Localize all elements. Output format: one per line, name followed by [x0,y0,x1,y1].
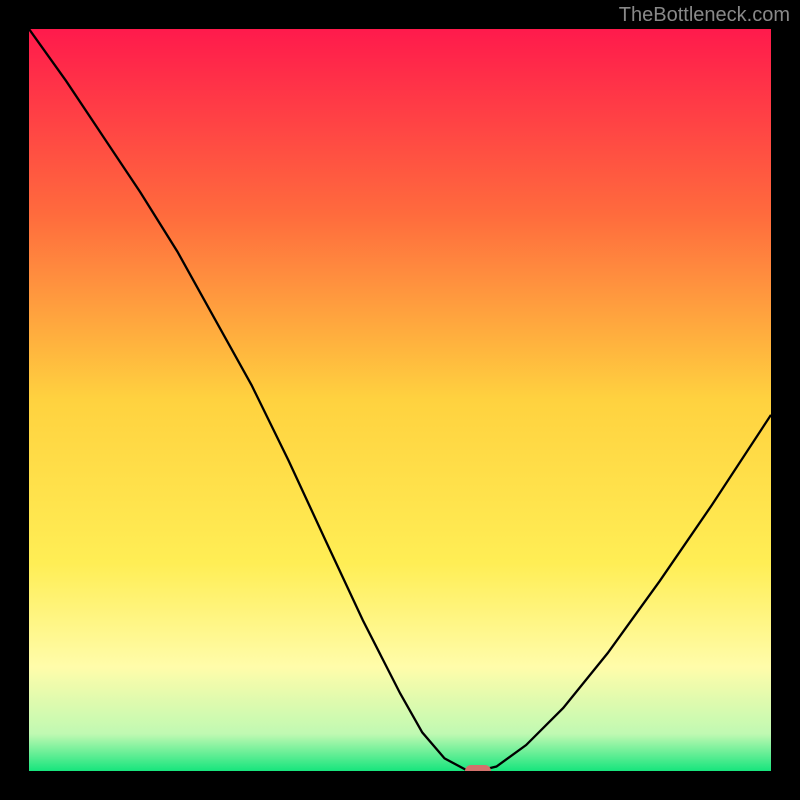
watermark-text: TheBottleneck.com [619,4,790,27]
plot-area [29,29,771,771]
optimal-marker [465,765,491,771]
plot-svg [29,29,771,771]
gradient-background [29,29,771,771]
